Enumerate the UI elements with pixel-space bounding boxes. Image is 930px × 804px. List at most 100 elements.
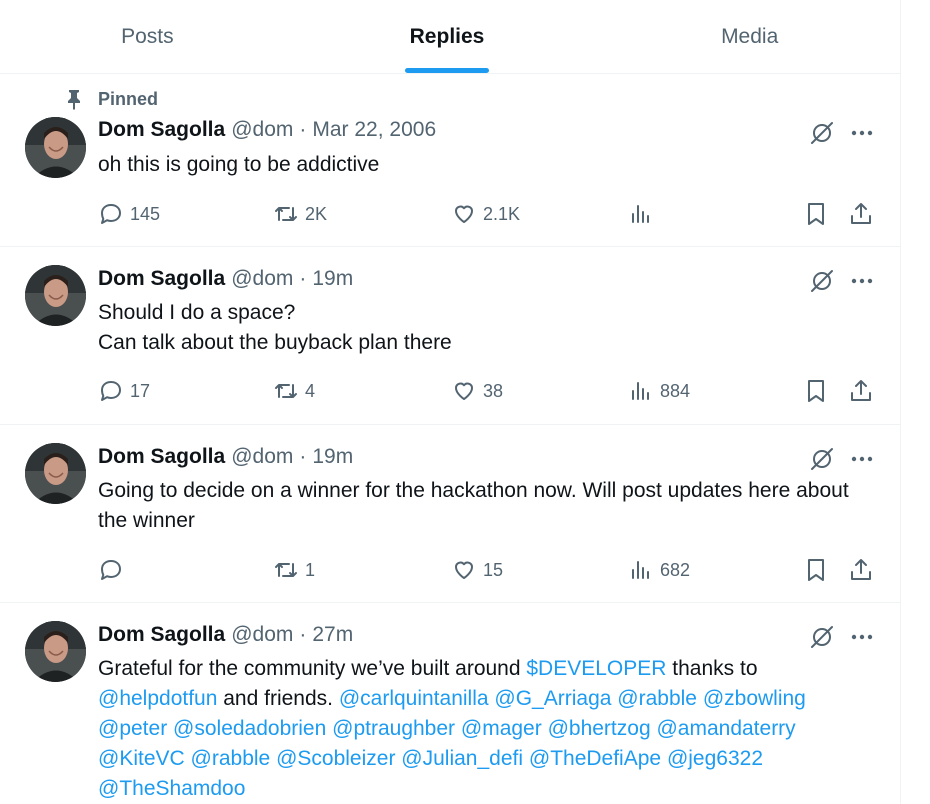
mention-link[interactable]: @mager (461, 717, 542, 740)
tab-posts-label: Posts (121, 24, 174, 48)
like-button[interactable]: 2.1K (451, 199, 520, 229)
mention-link[interactable]: @jeg6322 (667, 747, 763, 770)
author-handle[interactable]: @dom (231, 267, 293, 291)
tweet-actions: 145 2K 2.1K (98, 199, 878, 229)
reply-button[interactable] (98, 555, 130, 585)
mention-link[interactable]: @rabble (191, 747, 271, 770)
share-button[interactable] (848, 376, 874, 406)
retweet-button[interactable]: 2K (273, 199, 327, 229)
avatar[interactable] (25, 265, 86, 326)
tweet[interactable]: Dom Sagolla @dom · 19m Should I do a spa… (0, 247, 901, 425)
tweet-text: Grateful for the community we’ve built a… (98, 654, 878, 804)
avatar[interactable] (25, 117, 86, 178)
pinned-label: Pinned (98, 88, 159, 109)
heart-icon (455, 205, 473, 223)
reply-icon (101, 204, 121, 224)
tweet-text-line: Should I do a space? (98, 301, 296, 324)
reply-count: 145 (130, 203, 161, 224)
grok-icon[interactable] (808, 445, 836, 473)
tweet-timestamp[interactable]: 19m (312, 445, 353, 469)
mention-link[interactable]: @amandaterry (656, 717, 795, 740)
mention-link[interactable]: @bhertzog (548, 717, 651, 740)
tweet-timestamp[interactable]: 27m (312, 623, 353, 647)
grok-icon[interactable] (808, 267, 836, 295)
author-handle[interactable]: @dom (231, 623, 293, 647)
tweet-timestamp[interactable]: Mar 22, 2006 (312, 118, 436, 142)
tweet-text-line: Can talk about the buyback plan there (98, 331, 452, 354)
mention-link[interactable]: @helpdotfun (98, 687, 217, 710)
tweet-timestamp[interactable]: 19m (312, 267, 353, 291)
active-tab-indicator (405, 68, 489, 73)
mention-link[interactable]: @peter (98, 717, 167, 740)
mention-link[interactable]: @G_Arriaga (494, 687, 611, 710)
views-button[interactable] (628, 199, 660, 229)
retweet-icon (275, 207, 297, 221)
views-button[interactable]: 682 (628, 555, 690, 585)
app: Posts Replies Media Pinned Dom Sagolla @… (0, 0, 930, 804)
retweet-button[interactable]: 4 (273, 376, 315, 406)
bookmark-button[interactable] (803, 376, 829, 406)
tweet[interactable]: Dom Sagolla @dom · 19m Going to decide o… (0, 425, 901, 603)
author-name[interactable]: Dom Sagolla (98, 267, 225, 291)
author-handle[interactable]: @dom (231, 118, 293, 142)
bookmark-button[interactable] (803, 199, 829, 229)
author-name[interactable]: Dom Sagolla (98, 445, 225, 469)
tab-replies[interactable]: Replies (295, 0, 600, 73)
tweet-pinned[interactable]: Pinned Dom Sagolla @dom · Mar 22, 2006 o… (0, 74, 901, 247)
bookmark-button[interactable] (803, 555, 829, 585)
grok-icon[interactable] (808, 623, 836, 651)
retweet-button[interactable]: 1 (273, 555, 315, 585)
retweet-count: 4 (305, 380, 316, 401)
mention-link[interactable]: @TheShamdoo (98, 777, 245, 800)
like-count: 15 (483, 559, 504, 580)
heart-icon (455, 561, 473, 579)
mention-link[interactable]: @zbowling (703, 687, 806, 710)
tweet-text: Going to decide on a winner for the hack… (98, 479, 849, 532)
author-name[interactable]: Dom Sagolla (98, 118, 225, 142)
reply-count: 17 (130, 380, 151, 401)
mention-link[interactable]: @soledadobrien (173, 717, 326, 740)
retweet-icon (275, 384, 297, 398)
mention-link[interactable]: @KiteVC (98, 747, 185, 770)
separator-dot: · (299, 445, 307, 468)
mention-link[interactable]: @Scobleizer (276, 747, 395, 770)
separator-dot: · (299, 623, 307, 646)
tab-posts[interactable]: Posts (0, 0, 295, 73)
like-count: 38 (483, 380, 504, 401)
mention-link[interactable]: @Julian_defi (401, 747, 523, 770)
cashtag-link[interactable]: $DEVELOPER (526, 657, 666, 680)
author-name[interactable]: Dom Sagolla (98, 623, 225, 647)
share-button[interactable] (848, 555, 874, 585)
mention-link[interactable]: @TheDefiApe (529, 747, 661, 770)
tweet-text-segment: thanks to (666, 657, 758, 680)
more-icon[interactable] (848, 119, 876, 147)
author-handle[interactable]: @dom (231, 445, 293, 469)
tweet[interactable]: Dom Sagolla @dom · 27m Grateful for the … (0, 603, 901, 804)
share-button[interactable] (848, 199, 874, 229)
tweet-header: Dom Sagolla @dom · 27m (98, 623, 353, 647)
views-button[interactable]: 884 (628, 376, 690, 406)
reply-button[interactable]: 145 (98, 199, 160, 229)
reply-button[interactable]: 17 (98, 376, 150, 406)
like-button[interactable]: 38 (451, 376, 503, 406)
bookmark-icon (808, 203, 824, 225)
avatar[interactable] (25, 621, 86, 682)
mention-link[interactable]: @rabble (617, 687, 697, 710)
bookmark-icon (808, 380, 824, 402)
avatar[interactable] (25, 443, 86, 504)
pin-icon (68, 90, 80, 110)
reply-icon (101, 560, 121, 580)
mention-link[interactable]: @ptraughber (332, 717, 455, 740)
grok-icon[interactable] (808, 119, 836, 147)
pinned-indicator: Pinned (62, 87, 158, 111)
more-icon[interactable] (848, 623, 876, 651)
retweet-count: 2K (305, 203, 328, 224)
tab-media[interactable]: Media (599, 0, 900, 73)
reply-icon (101, 381, 121, 401)
tweet-header: Dom Sagolla @dom · 19m (98, 445, 353, 469)
mention-link[interactable]: @carlquintanilla (339, 687, 489, 710)
more-icon[interactable] (848, 445, 876, 473)
like-count: 2.1K (483, 203, 521, 224)
more-icon[interactable] (848, 267, 876, 295)
like-button[interactable]: 15 (451, 555, 503, 585)
